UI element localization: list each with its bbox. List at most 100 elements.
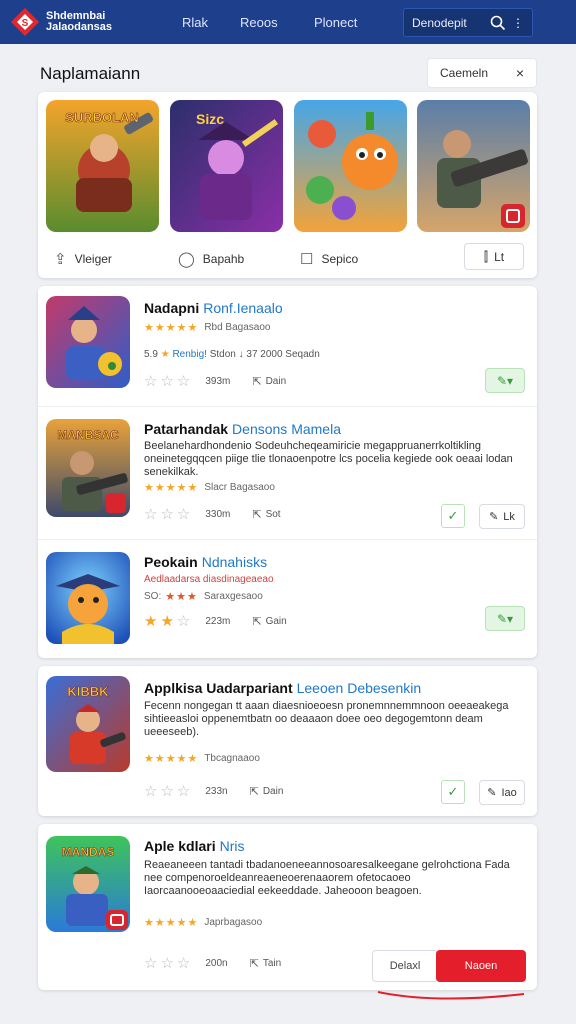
rating-stars: ★★★★★ — [144, 322, 199, 334]
edit-button[interactable]: ✎ Iao — [479, 780, 525, 805]
top-bar: S Shdemnbai Jalaodansas Rlak Reoos Plone… — [0, 0, 576, 44]
rating-stars: ★★★★★ — [144, 917, 199, 929]
list-item[interactable]: MANBSAC Patarhandak Densons Mamela Beelan… — [38, 407, 537, 539]
app-list-card: Nadapni Ronf.Ienaalo ★★★★★ Rbd Bagasaoo 5… — [38, 286, 537, 658]
install-button[interactable]: ✎▾ — [485, 606, 525, 631]
star-icon: ★ — [160, 349, 170, 360]
filter-chip-label: Caemeln — [440, 66, 489, 80]
nav-link-3[interactable]: Plonect — [314, 15, 357, 30]
list-item[interactable]: Peokain Ndnahisks Aedlaadarsa diasdinagea… — [38, 540, 537, 658]
app-icon[interactable] — [46, 296, 130, 388]
empty-stars-icon[interactable]: ★★☆ — [144, 612, 193, 630]
featured-thumb-3[interactable] — [294, 100, 407, 232]
hero-list-button[interactable]: ⫿ Lt — [464, 243, 524, 270]
bookmark-icon: ⇱ — [252, 508, 262, 521]
empty-stars-icon[interactable]: ☆☆☆ — [144, 782, 193, 800]
page-title: Naplamaiann — [40, 64, 141, 83]
game-art-icon: MANDAS — [46, 836, 130, 932]
app-icon[interactable]: MANBSAC — [46, 419, 130, 517]
app-title[interactable]: Peokain Ndnahisks — [144, 554, 267, 570]
app-title[interactable]: Patarhandak Densons Mamela — [144, 421, 341, 437]
app-subtitle: Ndnahisks — [201, 554, 268, 570]
hero-action-3-label: Sepico — [321, 252, 359, 266]
rating-text: Tbcagnaaoo — [204, 753, 260, 764]
rating-prefix: SO: — [144, 591, 162, 602]
action-label[interactable]: Dain — [263, 786, 284, 797]
nav-link-1[interactable]: Rlak — [182, 15, 208, 30]
app-icon-label: KIBBK — [67, 684, 109, 699]
app-description: Reaeaneeen tantadi tbadanoeneeannosoares… — [144, 859, 510, 897]
bars-icon: ⫿ — [483, 248, 489, 264]
edit-button-label: Iao — [501, 786, 517, 799]
app-title-text: Patarhandak — [144, 421, 229, 437]
stats-line: ☆☆☆ 330m ⇱ Sot — [144, 505, 281, 523]
check-button[interactable]: ✓ — [441, 780, 465, 804]
app-icon[interactable] — [46, 552, 130, 644]
action-label[interactable]: Tain — [263, 958, 281, 969]
meta-line: 5.9 ★ Renbig! Stdon ↓ 37 2000 Seqadn — [144, 349, 320, 360]
filter-chip[interactable]: Caemeln × — [427, 58, 537, 88]
bookmark-icon: ⇱ — [249, 957, 259, 970]
app-title[interactable]: Nadapni Ronf.Ienaalo — [144, 300, 283, 316]
empty-stars-icon[interactable]: ☆☆☆ — [144, 505, 193, 523]
more-dots-icon[interactable]: ⋮ — [512, 16, 524, 30]
app-title[interactable]: Aple kdlari Nris — [144, 838, 244, 854]
thumb-1-label: SURBOLAN — [65, 110, 139, 125]
brand-name: Shdemnbai Jalaodansas — [46, 11, 142, 33]
meta-rest: Stdon ↓ 37 2000 Seqadn — [209, 349, 320, 360]
hero-action-1-label: Vleiger — [74, 252, 112, 266]
nav-link-2[interactable]: Reoos — [240, 15, 278, 30]
install-button[interactable]: ✎▾ — [485, 368, 525, 393]
app-icon[interactable]: KIBBK — [46, 676, 130, 772]
svg-text:S: S — [22, 18, 29, 29]
list-item[interactable]: Nadapni Ronf.Ienaalo ★★★★★ Rbd Bagasaoo 5… — [38, 286, 537, 406]
logo-icon: S — [11, 8, 39, 36]
app-icon-label: MANBSAC — [57, 428, 119, 442]
app-size: 233n — [205, 785, 228, 797]
search-icon[interactable] — [490, 15, 506, 31]
check-icon: ✓ — [447, 784, 459, 799]
featured-card: SURBOLAN Sizc ⇪ Vleiger ◯ Bapahb ☐ Sepic… — [38, 92, 537, 278]
action-label[interactable]: Sot — [266, 509, 281, 520]
pen-icon: ✎ — [489, 511, 499, 523]
featured-thumb-1[interactable]: SURBOLAN — [46, 100, 159, 232]
rating-text: Slacr Bagasaoo — [204, 482, 275, 493]
app-title[interactable]: Applkisa Uadarpariant Leeoen Debesenkin — [144, 680, 421, 696]
close-icon[interactable]: × — [516, 65, 524, 81]
search-label: Denodepit — [412, 15, 467, 30]
game-art-icon — [294, 100, 407, 232]
action-label[interactable]: Dain — [266, 376, 287, 387]
game-art-icon — [46, 296, 130, 388]
action-label[interactable]: Gain — [266, 616, 287, 627]
hero-action-2[interactable]: ◯ Bapahb — [178, 250, 244, 268]
wand-icon: ✎▾ — [496, 373, 514, 388]
featured-thumb-4[interactable] — [417, 100, 530, 232]
list-item[interactable]: KIBBK Applkisa Uadarpariant Leeoen Debese… — [38, 666, 537, 816]
primary-button[interactable]: Naoen — [436, 950, 526, 982]
square-icon: ☐ — [300, 251, 314, 268]
empty-stars-icon[interactable]: ☆☆☆ — [144, 372, 193, 390]
app-subtitle: Ronf.Ienaalo — [203, 300, 283, 316]
search-box[interactable]: Denodepit ⋮ — [403, 8, 533, 37]
featured-thumb-2[interactable]: Sizc — [170, 100, 283, 232]
app-size: 330m — [205, 508, 231, 520]
share-icon: ⇪ — [54, 251, 67, 268]
app-icon[interactable]: MANDAS — [46, 836, 130, 932]
app-icon-label: MANDAS — [62, 845, 115, 859]
stats-line: ☆☆☆ 233n ⇱ Dain — [144, 782, 283, 800]
default-button[interactable]: Delaxl — [372, 950, 438, 982]
empty-stars-icon[interactable]: ☆☆☆ — [144, 954, 193, 972]
stats-line: ☆☆☆ 200n ⇱ Tain — [144, 954, 281, 972]
bubble-icon: ◯ — [178, 251, 195, 268]
check-icon: ✓ — [447, 508, 459, 523]
app-description: Beelanehardhondenio Sodeuhcheqeamiricie … — [144, 440, 513, 478]
hero-action-3[interactable]: ☐ Sepico — [300, 250, 358, 268]
check-button[interactable]: ✓ — [441, 504, 465, 528]
app-size: 200n — [205, 957, 228, 969]
hero-action-1[interactable]: ⇪ Vleiger — [54, 250, 112, 268]
game-art-icon: MANBSAC — [46, 419, 130, 517]
rating-stars: ★★★ — [165, 591, 198, 603]
edit-button[interactable]: ✎ Lk — [479, 504, 525, 529]
edit-button-label: Lk — [503, 510, 515, 523]
app-logo[interactable]: S — [10, 7, 40, 37]
